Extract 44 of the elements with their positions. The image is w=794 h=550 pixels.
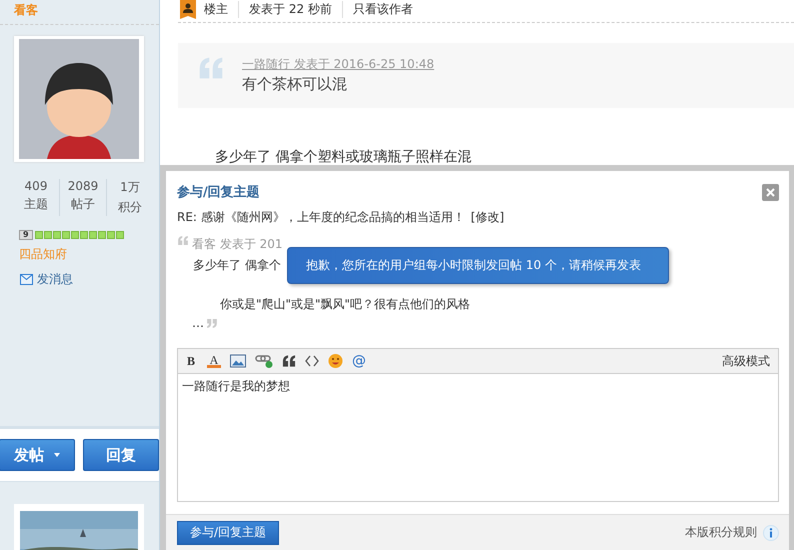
post-body: 多少年了 偶拿个塑料或玻璃瓶子照样在混: [215, 148, 472, 166]
stat-value[interactable]: 409: [24, 179, 48, 193]
close-button[interactable]: [762, 184, 779, 200]
code-icon[interactable]: [305, 353, 319, 369]
floor-label: 楼主: [203, 0, 229, 18]
ellipsis: …: [192, 316, 204, 330]
user-badge-icon: [180, 0, 196, 19]
stat-label: 主题: [24, 196, 48, 213]
open-quote-icon: [198, 57, 224, 79]
author-only-link[interactable]: 只看该作者: [342, 0, 423, 18]
close-icon: [766, 188, 775, 196]
close-quote-icon: [206, 318, 218, 328]
level-badge: 9: [19, 230, 33, 240]
open-quote-icon: [177, 236, 189, 245]
mention-button[interactable]: @: [352, 353, 366, 369]
quote-text: 有个茶杯可以混: [242, 75, 348, 94]
quote-icon[interactable]: [282, 353, 296, 369]
reply-editor[interactable]: B A @ 高级模式 一路随行是我的梦想: [177, 348, 779, 502]
error-toast: 抱歉，您所在的用户组每小时限制发回帖 10 个，请稍候再发表: [287, 247, 669, 284]
bold-button[interactable]: B: [184, 353, 198, 369]
stat-value[interactable]: 2089: [68, 179, 98, 193]
quote-meta: 看客 发表于 201: [192, 236, 283, 253]
link-add-icon[interactable]: [255, 353, 273, 369]
send-message-link[interactable]: 发消息: [37, 271, 73, 288]
advanced-mode-link[interactable]: 高级模式: [722, 352, 770, 370]
user-rank: 四品知府: [19, 246, 68, 263]
rules-link[interactable]: 本版积分规则: [685, 524, 757, 541]
font-color-button[interactable]: A: [207, 354, 221, 368]
new-post-button[interactable]: 发帖: [0, 439, 74, 471]
post-time: 发表于 22 秒前: [238, 0, 342, 18]
stat-label: 帖子: [71, 196, 95, 213]
quote-text: 多少年了 偶拿个: [193, 257, 281, 274]
mail-icon: [20, 274, 33, 285]
quote-text: 你或是"爬山"或是"飘风"吧？很有点他们的风格: [220, 296, 472, 313]
stat-value[interactable]: 1万: [120, 179, 140, 196]
edit-link[interactable]: [修改]: [470, 209, 504, 226]
smiley-icon[interactable]: [328, 353, 343, 369]
stat-label: 积分: [118, 199, 142, 216]
info-icon[interactable]: [763, 524, 779, 540]
reply-button[interactable]: 回复: [82, 439, 159, 471]
reply-subject: RE: 感谢《随州网》，上年度的纪念品搞的相当适用！: [177, 209, 465, 226]
image-icon[interactable]: [230, 353, 246, 369]
dialog-title: 参与/回复主题: [177, 184, 260, 201]
submit-reply-button[interactable]: 参与/回复主题: [177, 520, 280, 544]
